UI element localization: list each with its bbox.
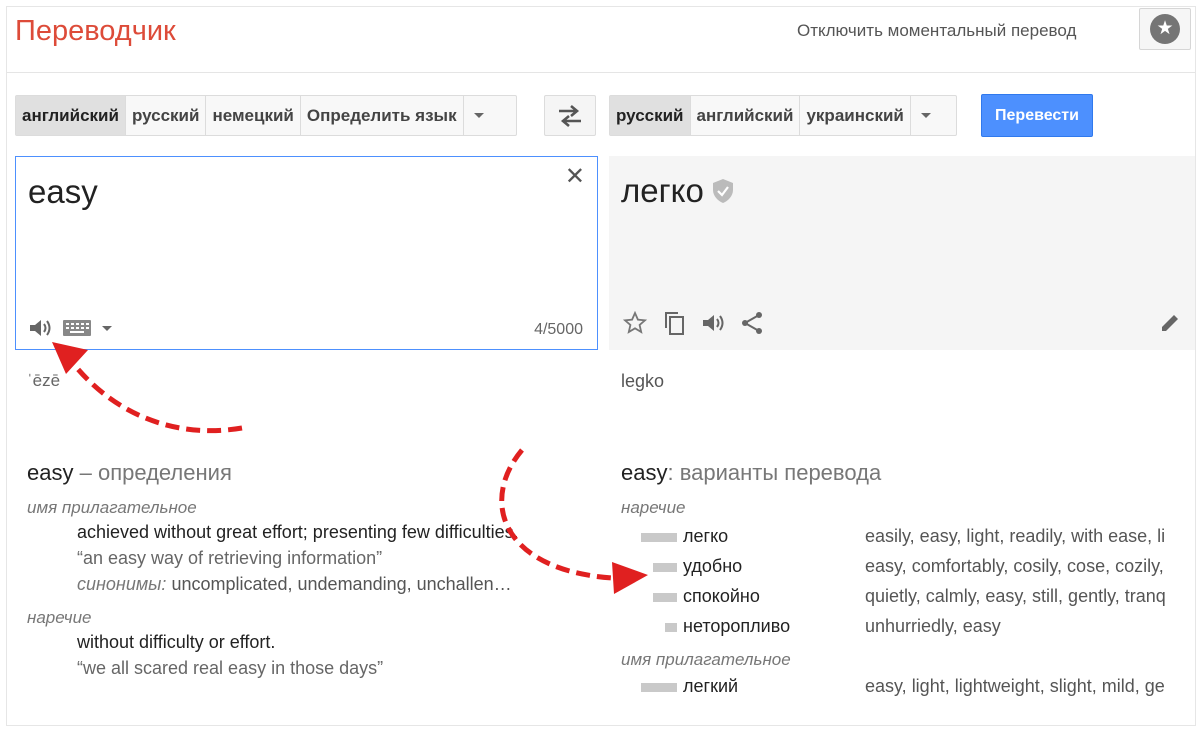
definitions-word: easy xyxy=(27,460,74,485)
frequency-bar xyxy=(641,533,677,542)
keyboard-icon[interactable] xyxy=(62,319,92,337)
source-language-bar: английский русский немецкий Определить я… xyxy=(15,95,517,136)
header: Переводчик Отключить моментальный перево… xyxy=(7,7,1195,73)
variants-word: easy xyxy=(621,460,668,485)
variant-row: неторопливо unhurriedly, easy xyxy=(621,612,1195,642)
speaker-icon[interactable] xyxy=(701,312,725,334)
source-text-area[interactable]: easy ✕ 4/5000 xyxy=(15,156,598,350)
part-of-speech: наречие xyxy=(27,608,92,627)
target-lang-ukrainian[interactable]: украинский xyxy=(800,96,911,135)
synonyms: синонимы: uncomplicated, undemanding, un… xyxy=(77,572,587,596)
translator-window: Переводчик Отключить моментальный перево… xyxy=(6,6,1196,726)
target-transliteration: legko xyxy=(621,371,665,391)
variants-title-suffix: : варианты перевода xyxy=(667,460,882,485)
synonyms-label: синонимы: xyxy=(77,574,167,594)
variant-word[interactable]: спокойно xyxy=(683,586,760,607)
translate-button[interactable]: Перевести xyxy=(981,94,1093,137)
input-tools-dropdown-icon[interactable] xyxy=(102,325,112,331)
source-lang-dropdown[interactable] xyxy=(464,96,495,135)
definition-gloss: achieved without great effort; presentin… xyxy=(77,522,519,542)
character-count: 4/5000 xyxy=(534,321,583,338)
translation-text-row: легко xyxy=(621,172,734,210)
source-transliteration: ˈēzē xyxy=(27,371,61,390)
source-text[interactable]: easy xyxy=(28,173,98,211)
definition-block: achieved without great effort; presentin… xyxy=(77,520,587,596)
share-icon[interactable] xyxy=(740,311,764,335)
star-outline-icon[interactable] xyxy=(623,311,647,335)
variant-word[interactable]: удобно xyxy=(683,556,742,577)
part-of-speech: имя прилагательное xyxy=(27,498,197,517)
variant-list: легко easily, easy, light, readily, with… xyxy=(621,522,1195,642)
translation-variants-panel: easy: варианты перевода наречие легко ea… xyxy=(621,460,1195,702)
swap-languages-button[interactable] xyxy=(544,95,596,136)
pencil-icon[interactable] xyxy=(1159,312,1181,334)
variant-word[interactable]: неторопливо xyxy=(683,616,790,637)
variant-reverse-translations[interactable]: easily, easy, light, readily, with ease,… xyxy=(865,526,1165,547)
translation-result-area: легко xyxy=(609,156,1195,350)
part-of-speech: наречие xyxy=(621,498,686,517)
definition-gloss: without difficulty or effort. xyxy=(77,632,276,652)
chevron-down-icon xyxy=(474,113,485,118)
definitions-title: easy – определения xyxy=(27,460,587,486)
star-icon: ★ xyxy=(1150,14,1180,44)
variant-row: удобно easy, comfortably, cosily, cose, … xyxy=(621,552,1195,582)
variant-reverse-translations[interactable]: unhurriedly, easy xyxy=(865,616,1001,637)
chevron-down-icon xyxy=(921,113,932,118)
swap-icon xyxy=(559,104,581,127)
source-lang-english[interactable]: английский xyxy=(16,96,126,135)
definitions-panel: easy – определения имя прилагательное ac… xyxy=(27,460,587,680)
variant-reverse-translations[interactable]: quietly, calmly, easy, still, gently, tr… xyxy=(865,586,1166,607)
source-lang-german[interactable]: немецкий xyxy=(206,96,301,135)
definition-example: “an easy way of retrieving information” xyxy=(77,548,383,568)
variant-list: легкий easy, light, lightweight, slight,… xyxy=(621,672,1195,702)
target-lang-dropdown[interactable] xyxy=(911,96,942,135)
synonyms-list[interactable]: uncomplicated, undemanding, unchallen… xyxy=(171,574,511,594)
saved-phrases-button[interactable]: ★ xyxy=(1139,8,1191,50)
disable-instant-translation-link[interactable]: Отключить моментальный перевод xyxy=(797,21,1076,41)
source-lang-russian[interactable]: русский xyxy=(126,96,207,135)
definition-block: without difficulty or effort. “we all sc… xyxy=(77,630,587,680)
frequency-bar xyxy=(641,683,677,692)
frequency-bar xyxy=(653,563,677,572)
variants-title: easy: варианты перевода xyxy=(621,460,1195,486)
target-lang-russian[interactable]: русский xyxy=(610,96,691,135)
source-tools xyxy=(28,317,112,339)
translation-text: легко xyxy=(621,172,704,209)
variant-row: спокойно quietly, calmly, easy, still, g… xyxy=(621,582,1195,612)
definitions-title-suffix: – определения xyxy=(79,460,232,485)
variant-word[interactable]: легкий xyxy=(683,676,738,697)
part-of-speech: имя прилагательное xyxy=(621,650,791,669)
variant-row: легкий easy, light, lightweight, slight,… xyxy=(621,672,1195,702)
definition-example: “we all scared real easy in those days” xyxy=(77,658,384,678)
copy-icon[interactable] xyxy=(662,310,686,336)
speaker-icon[interactable] xyxy=(28,317,52,339)
variant-reverse-translations[interactable]: easy, comfortably, cosily, cose, cozily, xyxy=(865,556,1164,577)
frequency-bar xyxy=(665,623,677,632)
verified-shield-icon xyxy=(712,179,733,203)
variant-reverse-translations[interactable]: easy, light, lightweight, slight, mild, … xyxy=(865,676,1165,697)
app-title: Переводчик xyxy=(15,15,176,47)
clear-source-button[interactable]: ✕ xyxy=(565,165,585,189)
variant-row: легко easily, easy, light, readily, with… xyxy=(621,522,1195,552)
source-lang-detect[interactable]: Определить язык xyxy=(301,96,464,135)
target-lang-english[interactable]: английский xyxy=(691,96,801,135)
target-language-bar: русский английский украинский xyxy=(609,95,957,136)
variant-word[interactable]: легко xyxy=(683,526,728,547)
translation-tools xyxy=(623,310,764,336)
frequency-bar xyxy=(653,593,677,602)
